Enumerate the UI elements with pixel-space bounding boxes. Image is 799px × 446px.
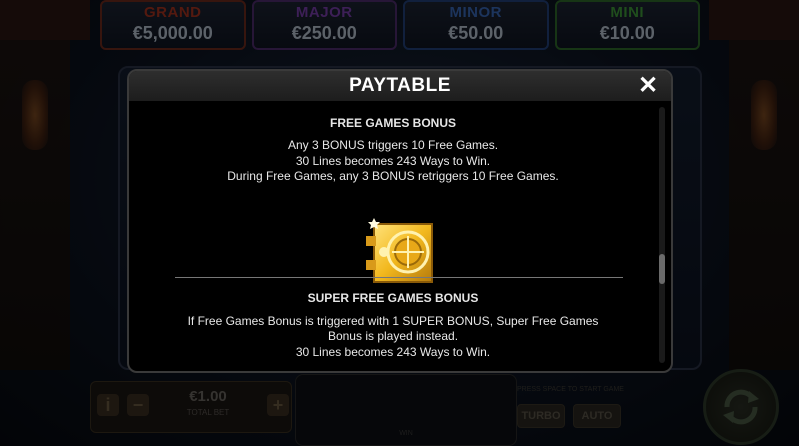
paytable-dialog: PAYTABLE ✕ FREE GAMES BONUS Any 3 BONUS … [127,69,673,373]
paytable-content[interactable]: FREE GAMES BONUS Any 3 BONUS triggers 10… [129,101,657,371]
scrollbar-thumb[interactable] [659,254,665,284]
golden-vault-bonus-icon [366,218,433,283]
free-games-line-3: During Free Games, any 3 BONUS retrigger… [227,169,559,183]
super-free-games-line-2: 30 Lines becomes 243 Ways to Win. [295,345,491,359]
free-games-line-1: Any 3 BONUS triggers 10 Free Games. [287,138,499,152]
close-icon[interactable]: ✕ [635,73,661,99]
super-free-games-bonus-title: SUPER FREE GAMES BONUS [307,291,479,305]
free-games-bonus-title: FREE GAMES BONUS [329,116,456,130]
paytable-title: PAYTABLE [349,75,451,96]
free-games-line-2: 30 Lines becomes 243 Ways to Win. [295,154,491,168]
super-free-games-line-1: If Free Games Bonus is triggered with 1 … [187,314,599,343]
section-divider [175,277,623,278]
scrollbar[interactable] [659,107,665,363]
paytable-header: PAYTABLE ✕ [129,71,671,101]
